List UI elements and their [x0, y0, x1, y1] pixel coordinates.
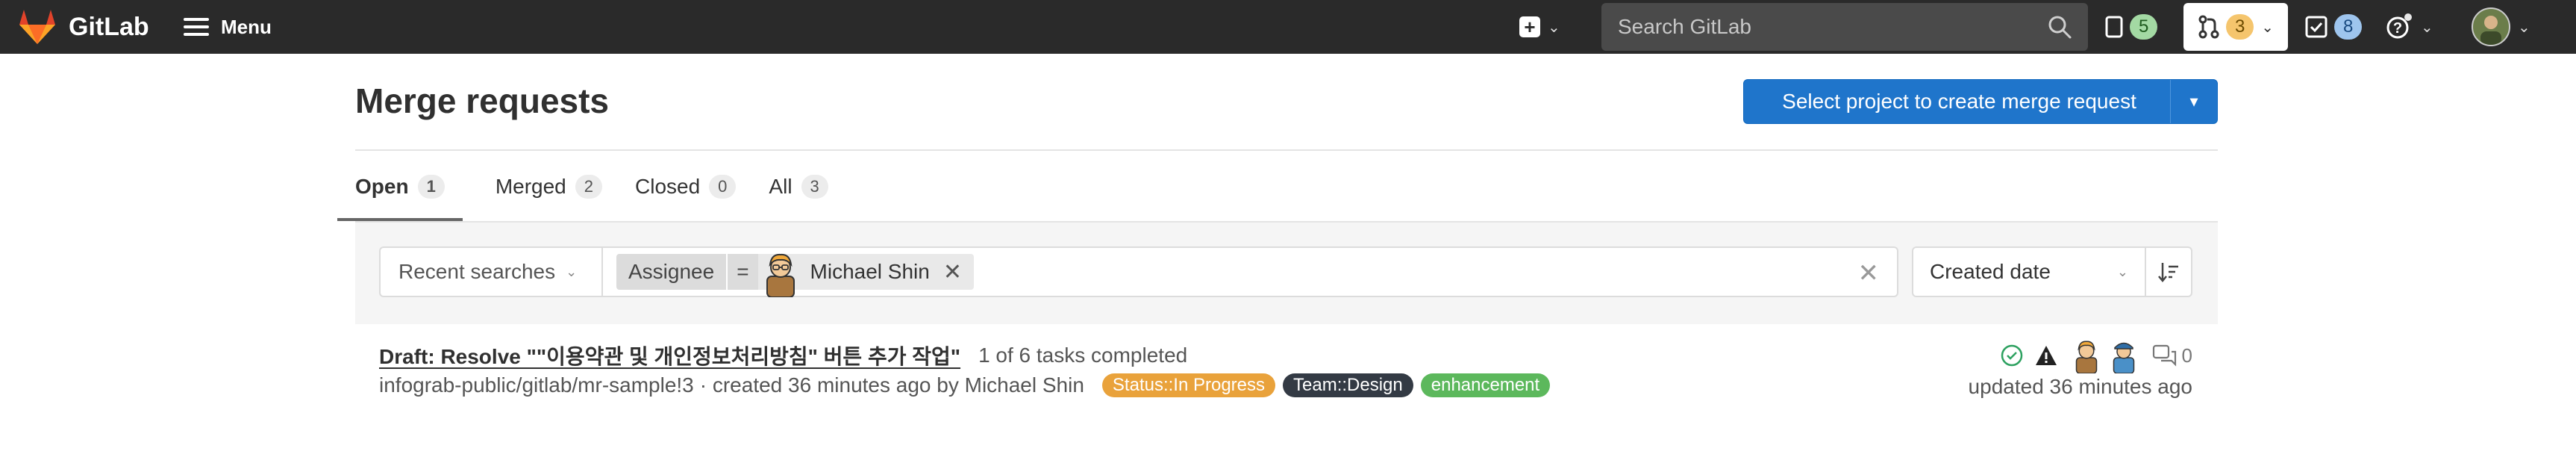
merge-request-icon	[2198, 15, 2219, 39]
help-icon: ?	[2386, 13, 2412, 39]
assignee-avatar[interactable]	[2069, 338, 2104, 373]
todos-button[interactable]: 8	[2304, 10, 2363, 43]
mr-updated-time: updated 36 minutes ago	[1968, 375, 2192, 398]
mr-task-status: 1 of 6 tasks completed	[978, 344, 1188, 367]
tab-label: All	[769, 175, 793, 198]
assignee-avatar	[766, 253, 795, 297]
user-menu-button[interactable]: ⌄	[2472, 6, 2530, 48]
chevron-down-icon: ⌄	[2421, 19, 2433, 36]
clear-search-icon[interactable]: ✕	[1858, 258, 1880, 288]
gitlab-logo-icon	[19, 10, 55, 44]
label-status-in-progress[interactable]: Status::In Progress	[1101, 373, 1276, 397]
gitlab-home-link[interactable]: GitLab	[18, 6, 149, 48]
merge-requests-button[interactable]: 3 ⌄	[2183, 3, 2288, 51]
brand-name: GitLab	[69, 12, 149, 41]
sort-direction-button[interactable]	[2145, 246, 2192, 297]
search-box[interactable]	[1601, 3, 2088, 51]
mr-created-info: · created 36 minutes ago by Michael Shin	[699, 373, 1084, 397]
reviewer-avatar[interactable]	[2106, 338, 2142, 373]
mr-count-badge: 3	[2225, 14, 2254, 40]
todos-count-badge: 8	[2334, 14, 2363, 40]
tab-count-badge: 1	[417, 175, 445, 199]
filtered-search-input[interactable]: Assignee = Michael Shin ✕ ✕	[601, 246, 1898, 297]
filter-bar: Recent searches ⌄ Assignee = Michael Shi…	[355, 223, 2218, 324]
chevron-down-icon: ⌄	[566, 264, 578, 279]
comments-link[interactable]: 0	[2152, 344, 2192, 367]
pipeline-passed-icon[interactable]	[2000, 344, 2024, 367]
svg-text:?: ?	[2393, 20, 2402, 37]
tab-count-badge: 3	[801, 175, 828, 199]
chevron-down-icon: ⌄	[1548, 19, 1560, 36]
mr-status-icons: 0	[1989, 338, 2192, 373]
comments-count: 0	[2181, 344, 2192, 367]
search-icon	[2048, 16, 2072, 39]
sort-lowest-icon	[2158, 263, 2178, 282]
label-team-design[interactable]: Team::Design	[1283, 373, 1413, 397]
mr-reference[interactable]: infograb-public/gitlab/mr-sample!3	[379, 373, 694, 397]
tab-label: Open	[355, 175, 409, 198]
sort-dropdown[interactable]: Created date ⌄	[1912, 246, 2146, 297]
tab-label: Merged	[495, 175, 566, 198]
issues-count-badge: 5	[2130, 14, 2158, 40]
create-merge-request-split-button[interactable]: Select project to create merge request ▾	[1743, 79, 2218, 124]
top-navbar: GitLab Menu + ⌄ 5 3 ⌄	[0, 0, 2576, 54]
create-merge-request-button[interactable]: Select project to create merge request	[1744, 90, 2170, 114]
tab-closed[interactable]: Closed 0	[635, 152, 737, 221]
page-title: Merge requests	[355, 81, 610, 120]
chevron-down-icon: ⌄	[2518, 19, 2530, 36]
menu-button[interactable]: Menu	[184, 6, 272, 48]
mr-meta-line: infograb-public/gitlab/mr-sample!3 · cre…	[379, 373, 1551, 397]
new-dropdown-button[interactable]: + ⌄	[1519, 13, 1560, 40]
mr-title-link[interactable]: Draft: Resolve ""이용약관 및 개인정보처리방침" 버튼 추가 …	[379, 341, 960, 370]
chevron-down-icon[interactable]: ▾	[2170, 80, 2217, 123]
header-divider	[355, 149, 2218, 151]
mr-title-line: Draft: Resolve ""이용약관 및 개인정보처리방침" 버튼 추가 …	[379, 341, 1187, 370]
chevron-down-icon: ⌄	[2261, 19, 2275, 36]
remove-token-icon[interactable]: ✕	[943, 259, 962, 285]
tab-count-badge: 2	[575, 175, 602, 199]
chevron-down-icon: ⌄	[2116, 264, 2128, 279]
tab-open[interactable]: Open 1	[337, 152, 463, 221]
state-tabs: Open 1 Merged 2 Closed 0 All 3	[337, 152, 861, 221]
plus-square-icon: +	[1519, 16, 1540, 37]
filter-token-value[interactable]: Michael Shin ✕	[757, 253, 974, 297]
issues-icon	[2105, 16, 2123, 38]
tab-merged[interactable]: Merged 2	[495, 152, 602, 221]
label-enhancement[interactable]: enhancement	[1420, 373, 1551, 397]
user-avatar	[2472, 7, 2510, 46]
tab-all[interactable]: All 3	[769, 152, 828, 221]
tab-count-badge: 0	[709, 175, 737, 199]
todo-checkbox-icon	[2305, 16, 2328, 38]
recent-searches-label: Recent searches	[398, 260, 556, 283]
filter-token-operator[interactable]: =	[728, 254, 758, 290]
filter-token-value-text: Michael Shin	[810, 260, 930, 283]
search-input[interactable]	[1616, 14, 2046, 40]
issues-button[interactable]: 5	[2104, 10, 2158, 43]
sort-value: Created date	[1930, 260, 2051, 283]
menu-label: Menu	[221, 15, 272, 38]
recent-searches-dropdown[interactable]: Recent searches ⌄	[379, 246, 603, 297]
tab-label: Closed	[635, 175, 701, 198]
filter-token-key[interactable]: Assignee	[616, 254, 727, 290]
warning-icon[interactable]	[2034, 344, 2058, 367]
help-dropdown-button[interactable]: ? ⌄	[2385, 10, 2433, 43]
hamburger-icon	[184, 13, 209, 40]
comments-icon	[2152, 344, 2176, 367]
